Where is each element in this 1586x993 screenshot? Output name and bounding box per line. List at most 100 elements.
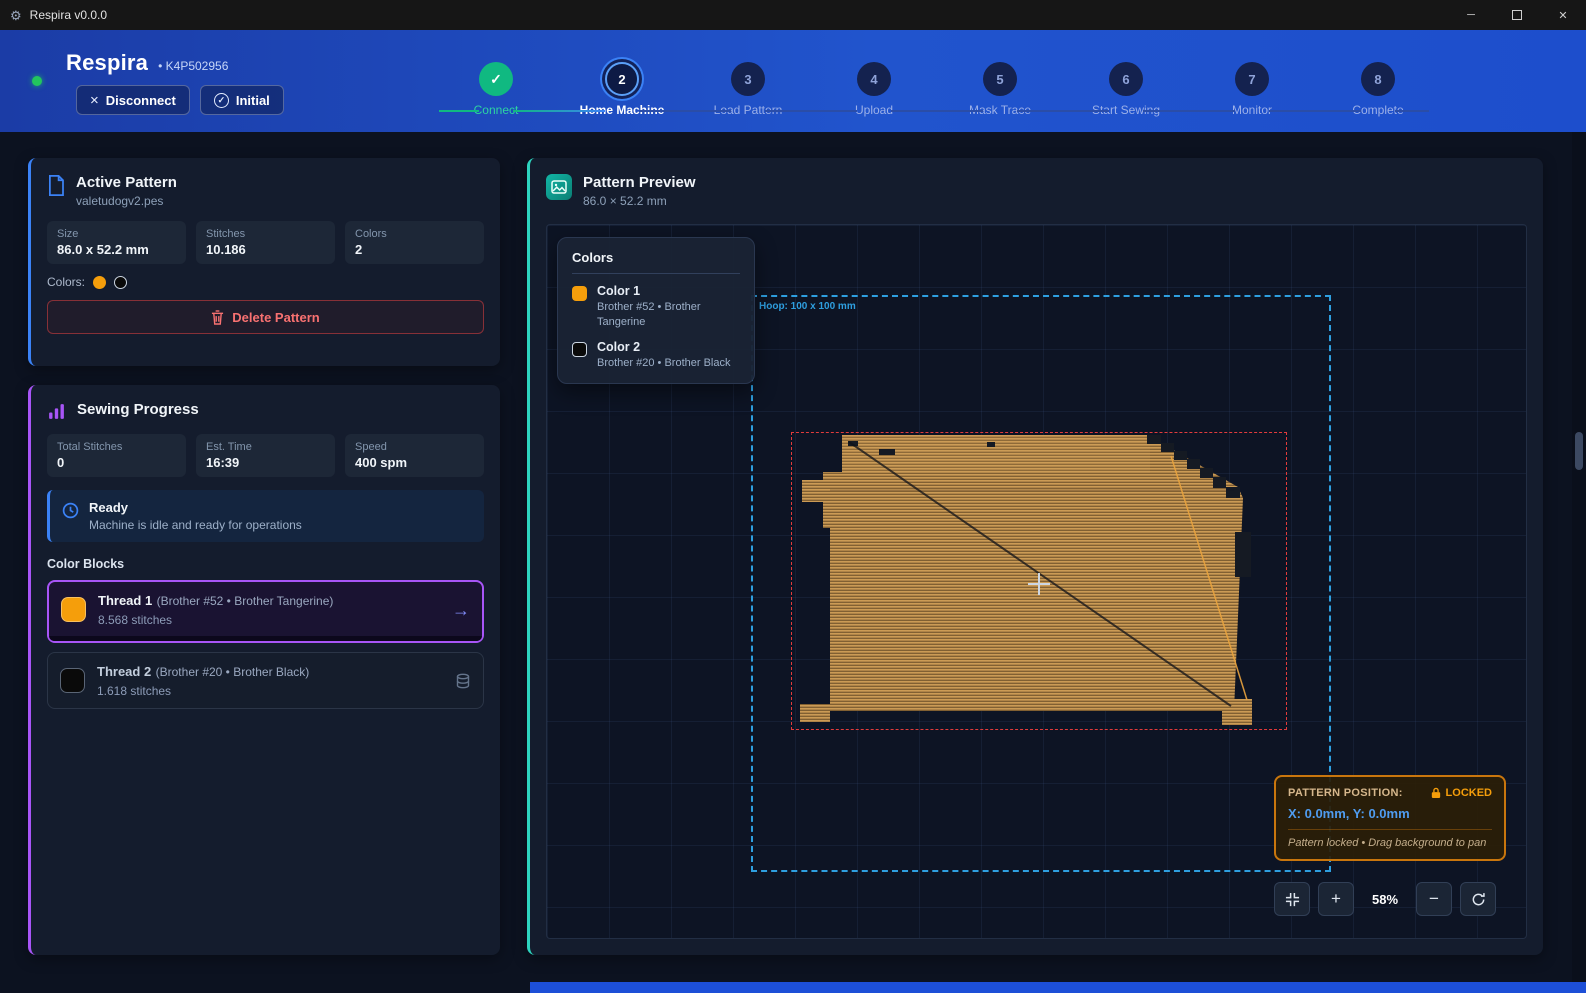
- colors-legend: Colors Color 1 Brother #52 • Brother Tan…: [557, 237, 755, 384]
- step-load-pattern-circle[interactable]: 3: [731, 62, 765, 96]
- legend-item-color1: Color 1 Brother #52 • Brother Tangerine: [572, 284, 740, 331]
- status-title: Ready: [89, 500, 302, 515]
- stat-speed: Speed 400 spm: [345, 434, 484, 477]
- pattern-filename: valetudogv2.pes: [76, 194, 177, 208]
- thread-1-detail: (Brother #52 • Brother Tangerine): [157, 594, 334, 608]
- thread-block-1[interactable]: Thread 1 (Brother #52 • Brother Tangerin…: [47, 580, 484, 643]
- pattern-position-title: PATTERN POSITION:: [1288, 787, 1403, 799]
- pattern-preview-header: Pattern Preview 86.0 × 52.2 mm: [546, 174, 1527, 208]
- vertical-scrollbar[interactable]: [1572, 132, 1586, 982]
- minimize-button[interactable]: ─: [1448, 0, 1494, 30]
- stat-colors-label: Colors: [355, 228, 474, 240]
- fit-icon: [1285, 892, 1300, 907]
- zoom-controls: + 58% −: [1274, 882, 1496, 916]
- step-load-pattern: 3 Load Pattern: [685, 62, 811, 132]
- zoom-in-button[interactable]: +: [1318, 882, 1354, 916]
- step-connect-label: Connect: [474, 103, 519, 117]
- active-pattern-header: Active Pattern valetudogv2.pes: [47, 174, 484, 208]
- preview-canvas[interactable]: Hoop: 100 x 100 mm: [546, 224, 1527, 939]
- header-buttons: × Disconnect ✓ Initial: [76, 85, 433, 115]
- stat-size-label: Size: [57, 228, 176, 240]
- step-upload-circle[interactable]: 4: [857, 62, 891, 96]
- thread-1-progress-bar: [49, 636, 482, 641]
- legend-item-color2: Color 2 Brother #20 • Brother Black: [572, 340, 740, 371]
- step-connect: ✓ Connect: [433, 62, 559, 132]
- arrow-right-icon: →: [452, 601, 470, 619]
- window-title: Respira v0.0.0: [30, 8, 107, 22]
- pattern-stats: Size 86.0 x 52.2 mm Stitches 10.186 Colo…: [47, 221, 484, 264]
- stat-stitches: Stitches 10.186: [196, 221, 335, 264]
- pattern-preview-title: Pattern Preview: [583, 174, 696, 191]
- disconnect-button[interactable]: × Disconnect: [76, 85, 190, 115]
- stat-total-stitches-value: 0: [57, 455, 176, 470]
- legend-swatch-2: [572, 342, 587, 357]
- initial-label: Initial: [236, 93, 270, 108]
- maximize-icon: [1512, 10, 1522, 20]
- delete-pattern-label: Delete Pattern: [232, 310, 319, 325]
- step-upload: 4 Upload: [811, 62, 937, 132]
- locked-label: LOCKED: [1446, 787, 1492, 799]
- machine-status-box: Ready Machine is idle and ready for oper…: [47, 490, 484, 542]
- active-pattern-title: Active Pattern: [76, 174, 177, 191]
- step-connect-circle[interactable]: ✓: [479, 62, 513, 96]
- scrollbar-thumb[interactable]: [1575, 432, 1583, 470]
- stat-speed-label: Speed: [355, 441, 474, 453]
- footer-accent-bar: [530, 982, 1586, 993]
- pattern-dimensions: 86.0 × 52.2 mm: [583, 194, 696, 208]
- pattern-colors-row: Colors:: [47, 275, 484, 289]
- thread-2-stitches: 1.618 stitches: [97, 684, 309, 698]
- step-complete-label: Complete: [1352, 103, 1403, 117]
- maximize-button[interactable]: [1494, 0, 1540, 30]
- step-upload-label: Upload: [855, 103, 893, 117]
- disconnect-x-icon: ×: [90, 93, 99, 108]
- bar-chart-icon: [47, 402, 66, 421]
- check-circle-icon: ✓: [214, 93, 229, 108]
- step-mask-trace-circle[interactable]: 5: [983, 62, 1017, 96]
- legend-color1-name: Color 1: [597, 284, 740, 298]
- image-icon: [546, 174, 572, 200]
- thread-1-stitches: 8.568 stitches: [98, 613, 333, 627]
- fit-view-button[interactable]: [1274, 882, 1310, 916]
- titlebar: ⚙ Respira v0.0.0 ─ ✕: [0, 0, 1586, 30]
- disconnect-label: Disconnect: [106, 93, 176, 108]
- zoom-out-button[interactable]: −: [1416, 882, 1452, 916]
- header-brand-section: Respira • K4P502956 × Disconnect ✓ Initi…: [0, 30, 433, 132]
- step-monitor-circle[interactable]: 7: [1235, 62, 1269, 96]
- lock-icon: [1431, 787, 1441, 799]
- locked-badge: LOCKED: [1431, 787, 1492, 799]
- stat-stitches-value: 10.186: [206, 242, 325, 257]
- app-name: Respira: [66, 50, 148, 76]
- reset-view-button[interactable]: [1460, 882, 1496, 916]
- color-blocks-label: Color Blocks: [47, 557, 484, 571]
- hoop-label: Hoop: 100 x 100 mm: [759, 301, 856, 312]
- thread-1-name: Thread 1: [98, 593, 152, 608]
- thread-block-2[interactable]: Thread 2 (Brother #20 • Brother Black) 1…: [47, 652, 484, 709]
- crosshair-icon: [1028, 573, 1050, 595]
- app-icon: ⚙: [10, 9, 22, 22]
- brand-row: Respira • K4P502956: [66, 50, 433, 76]
- sewing-progress-header: Sewing Progress: [47, 401, 484, 421]
- stat-speed-value: 400 spm: [355, 455, 474, 470]
- stat-stitches-label: Stitches: [206, 228, 325, 240]
- stat-est-time-value: 16:39: [206, 455, 325, 470]
- initial-button[interactable]: ✓ Initial: [200, 85, 284, 115]
- status-detail: Machine is idle and ready for operations: [89, 518, 302, 532]
- stat-colors: Colors 2: [345, 221, 484, 264]
- stat-total-stitches: Total Stitches 0: [47, 434, 186, 477]
- connection-status-dot: [32, 76, 42, 86]
- close-button[interactable]: ✕: [1540, 0, 1586, 30]
- step-complete-circle[interactable]: 8: [1361, 62, 1395, 96]
- step-start-sewing-circle[interactable]: 6: [1109, 62, 1143, 96]
- thread-1-swatch: [61, 597, 86, 622]
- app-window: ⚙ Respira v0.0.0 ─ ✕ Respira • K4P502956…: [0, 0, 1586, 993]
- legend-color1-detail: Brother #52 • Brother Tangerine: [597, 300, 740, 331]
- step-home-machine-circle[interactable]: 2: [605, 62, 639, 96]
- zoom-level: 58%: [1362, 892, 1408, 907]
- colors-label: Colors:: [47, 275, 85, 289]
- step-home-machine: 2 Home Machine: [559, 62, 685, 132]
- sewing-stats: Total Stitches 0 Est. Time 16:39 Speed 4…: [47, 434, 484, 477]
- window-controls: ─ ✕: [1448, 0, 1586, 30]
- step-monitor: 7 Monitor: [1189, 62, 1315, 132]
- delete-pattern-button[interactable]: Delete Pattern: [47, 300, 484, 334]
- color-dot-orange: [93, 276, 106, 289]
